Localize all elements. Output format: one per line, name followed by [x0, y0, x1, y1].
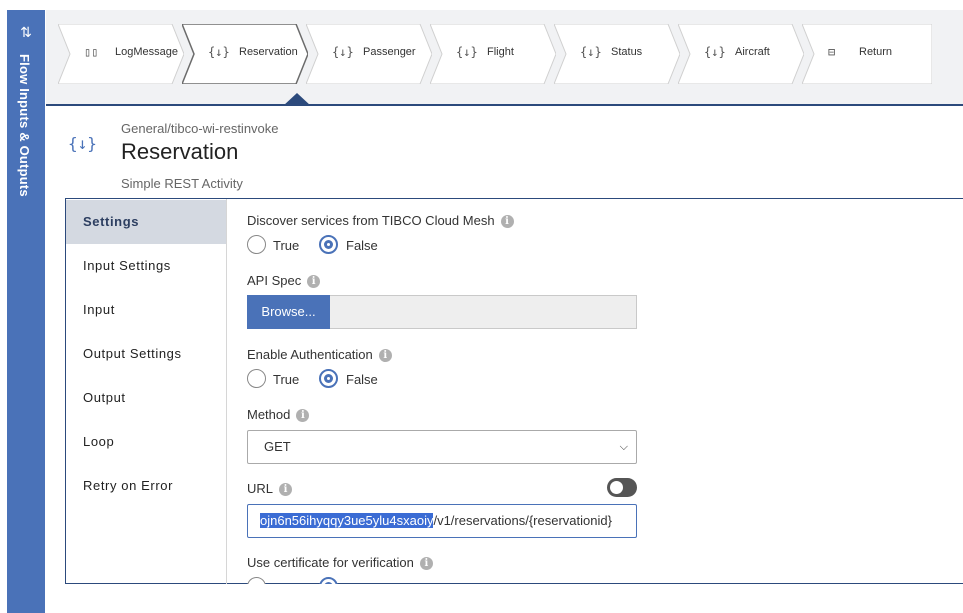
url-selected-text: ojn6n56ihyqqy3ue5ylu4sxaoiy	[260, 513, 434, 528]
info-icon[interactable]: i	[419, 557, 433, 570]
nav-input[interactable]: Input	[66, 288, 226, 332]
discover-label: Discover services from TIBCO Cloud Mesh	[247, 213, 495, 228]
discover-true-radio[interactable]	[247, 235, 266, 254]
flow-breadcrumb: ▯▯ LogMessage {↓} Reservation {↓} Passen…	[46, 10, 963, 106]
rest-activity-icon: {↓}	[580, 45, 602, 59]
auth-true-radio[interactable]	[247, 369, 266, 388]
api-spec-label: API Spec	[247, 273, 302, 288]
nav-loop[interactable]: Loop	[66, 420, 226, 464]
nav-settings[interactable]: Settings	[66, 200, 226, 244]
active-step-caret	[283, 93, 311, 106]
flow-step-return[interactable]: ⊟ Return	[802, 24, 932, 84]
discover-false-label: False	[346, 238, 378, 253]
nav-input-settings[interactable]: Input Settings	[66, 244, 226, 288]
url-mapping-toggle[interactable]	[607, 478, 637, 497]
rest-activity-icon: {↓}	[68, 134, 97, 153]
discover-field-label: Discover services from TIBCO Cloud Mesh i	[247, 213, 514, 228]
info-icon[interactable]: i	[279, 483, 293, 496]
flow-step-label: Status	[611, 46, 643, 58]
flow-step-status[interactable]: {↓} Status	[554, 24, 680, 84]
swap-arrows-icon: ⇅	[20, 25, 32, 41]
info-icon[interactable]: i	[378, 349, 392, 362]
nav-output[interactable]: Output	[66, 376, 226, 420]
activity-subtitle: Simple REST Activity	[121, 176, 243, 191]
method-select[interactable]: GET ⌵	[247, 430, 637, 464]
flow-step-label: LogMessage	[115, 46, 178, 58]
cert-label: Use certificate for verification	[247, 555, 414, 570]
auth-label: Enable Authentication	[247, 347, 373, 362]
method-label: Method	[247, 407, 291, 422]
url-rest-text: /v1/reservations/{reservationid}	[433, 513, 612, 528]
auth-true-label: True	[273, 372, 300, 387]
discover-false-radio[interactable]	[319, 235, 338, 254]
chevron-down-icon: ⌵	[619, 441, 628, 453]
browse-button[interactable]: Browse...	[247, 295, 330, 329]
info-icon[interactable]: i	[307, 275, 321, 288]
return-icon: ⊟	[828, 45, 836, 59]
method-value: GET	[264, 439, 291, 454]
rest-activity-icon: {↓}	[332, 45, 354, 59]
flow-step-passenger[interactable]: {↓} Passenger	[306, 24, 432, 84]
method-field-label: Method i	[247, 407, 310, 422]
cert-field-label: Use certificate for verification i	[247, 555, 433, 570]
rail-label: Flow Inputs & Outputs	[17, 54, 32, 197]
cert-true-radio[interactable]	[247, 577, 266, 584]
auth-field-label: Enable Authentication i	[247, 347, 392, 362]
activity-path: General/tibco-wi-restinvoke	[121, 121, 279, 136]
auth-false-label: False	[346, 372, 378, 387]
api-spec-file-input[interactable]: Browse...	[247, 295, 637, 329]
flow-step-aircraft[interactable]: {↓} Aircraft	[678, 24, 804, 84]
settings-content: Discover services from TIBCO Cloud Mesh i…	[247, 199, 947, 584]
flow-step-label: Return	[859, 46, 893, 58]
nav-output-settings[interactable]: Output Settings	[66, 332, 226, 376]
config-sidenav: Settings Input Settings Input Output Set…	[66, 199, 227, 584]
rest-activity-icon: {↓}	[456, 45, 478, 59]
flow-step-logmessage[interactable]: ▯▯ LogMessage	[58, 24, 184, 84]
rest-activity-icon: {↓}	[208, 45, 230, 59]
cert-false-radio[interactable]	[319, 577, 338, 584]
flow-step-flight[interactable]: {↓} Flight	[430, 24, 556, 84]
info-icon[interactable]: i	[296, 409, 310, 422]
api-spec-field-label: API Spec i	[247, 273, 321, 288]
discover-true-label: True	[273, 238, 300, 253]
flow-step-label: Flight	[487, 46, 514, 58]
flow-step-label: Reservation	[239, 46, 298, 58]
flow-step-label: Passenger	[363, 46, 416, 58]
url-label: URL	[247, 481, 274, 496]
info-icon[interactable]: i	[500, 215, 514, 228]
flow-step-label: Aircraft	[735, 46, 770, 58]
flow-step-reservation[interactable]: {↓} Reservation	[182, 24, 308, 84]
rest-activity-icon: {↓}	[704, 45, 726, 59]
auth-false-radio[interactable]	[319, 369, 338, 388]
activity-config-panel: Settings Input Settings Input Output Set…	[65, 198, 963, 584]
url-input[interactable]: ojn6n56ihyqqy3ue5ylu4sxaoiy/v1/reservati…	[247, 504, 637, 538]
book-icon: ▯▯	[84, 45, 99, 59]
nav-retry-on-error[interactable]: Retry on Error	[66, 464, 226, 508]
flow-inputs-outputs-rail[interactable]: ⇅ Flow Inputs & Outputs	[7, 10, 45, 613]
activity-title: Reservation	[121, 139, 239, 164]
url-field-label: URL i	[247, 481, 293, 496]
